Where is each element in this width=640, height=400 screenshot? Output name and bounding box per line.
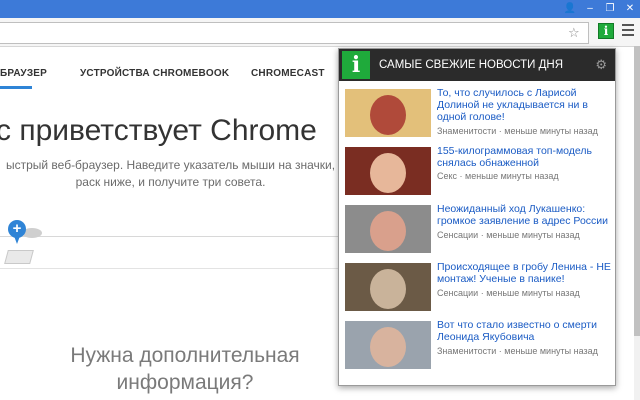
- news-meta: Сенсации · меньше минуты назад: [437, 230, 580, 240]
- news-item[interactable]: 155-килограммовая топ-модель снялась обн…: [345, 145, 611, 197]
- news-title[interactable]: То, что случилось с Ларисой Долиной не у…: [437, 87, 611, 123]
- news-title[interactable]: 155-килограммовая топ-модель снялась обн…: [437, 145, 611, 169]
- marker-tail: [14, 236, 20, 244]
- window-controls: 👤 – ❐ ✕: [560, 0, 640, 18]
- news-thumbnail[interactable]: [345, 321, 431, 369]
- news-title[interactable]: Неожиданный ход Лукашенко: громкое заявл…: [437, 203, 611, 227]
- popup-title: САМЫЕ СВЕЖИЕ НОВОСТИ ДНЯ: [379, 59, 564, 71]
- restore-icon[interactable]: ❐: [600, 0, 620, 18]
- settings-gear-icon[interactable]: ⚙: [595, 49, 607, 81]
- bookmark-star-icon[interactable]: ☆: [568, 25, 580, 41]
- browser-titlebar: 👤 – ❐ ✕: [0, 0, 640, 18]
- news-popup: i САМЫЕ СВЕЖИЕ НОВОСТИ ДНЯ ⚙ То, что слу…: [338, 48, 616, 386]
- news-item[interactable]: Вот что стало известно о смерти Леонида …: [345, 319, 611, 371]
- nav-item-browser[interactable]: БРАУЗЕР: [0, 68, 47, 79]
- close-icon[interactable]: ✕: [620, 0, 640, 18]
- info-logo-icon: i: [342, 51, 370, 79]
- chrome-menu-icon[interactable]: [622, 24, 634, 39]
- user-icon[interactable]: 👤: [560, 0, 580, 18]
- address-bar[interactable]: ☆: [0, 22, 589, 44]
- divider: [0, 268, 350, 269]
- nav-item-chromecast[interactable]: CHROMECAST: [251, 68, 325, 79]
- news-title[interactable]: Происходящее в гробу Ленина - НЕ монтаж!…: [437, 261, 611, 285]
- news-meta: Сенсации · меньше минуты назад: [437, 288, 580, 298]
- minimize-icon[interactable]: –: [580, 0, 600, 18]
- card-illustration: [4, 250, 34, 264]
- page-subtitle: ыстрый веб-браузер. Наведите указатель м…: [5, 158, 336, 189]
- news-thumbnail[interactable]: [345, 205, 431, 253]
- news-thumbnail[interactable]: [345, 263, 431, 311]
- page-title: с приветствует Chrome: [0, 114, 317, 147]
- news-item[interactable]: То, что случилось с Ларисой Долиной не у…: [345, 87, 611, 139]
- scrollbar-thumb[interactable]: [634, 46, 640, 336]
- news-thumbnail[interactable]: [345, 147, 431, 195]
- news-item[interactable]: Неожиданный ход Лукашенко: громкое заявл…: [345, 203, 611, 255]
- divider: [0, 236, 350, 237]
- news-meta: Знаменитости · меньше минуты назад: [437, 346, 598, 356]
- news-item[interactable]: Происходящее в гробу Ленина - НЕ монтаж!…: [345, 261, 611, 313]
- nav-item-chromebook[interactable]: УСТРОЙСТВА CHROMEBOOK: [80, 68, 229, 79]
- more-info-heading: Нужна дополнительная информация?: [70, 344, 300, 394]
- browser-toolbar: ☆ i: [0, 18, 640, 47]
- plus-hotspot-icon[interactable]: +: [8, 220, 26, 238]
- nav-active-indicator: [0, 86, 32, 89]
- news-thumbnail[interactable]: [345, 89, 431, 137]
- news-meta: Знаменитости · меньше минуты назад: [437, 126, 598, 136]
- news-extension-icon[interactable]: i: [598, 23, 614, 39]
- news-meta: Секс · меньше минуты назад: [437, 171, 559, 181]
- news-title[interactable]: Вот что стало известно о смерти Леонида …: [437, 319, 611, 343]
- popup-header: i САМЫЕ СВЕЖИЕ НОВОСТИ ДНЯ ⚙: [339, 49, 615, 81]
